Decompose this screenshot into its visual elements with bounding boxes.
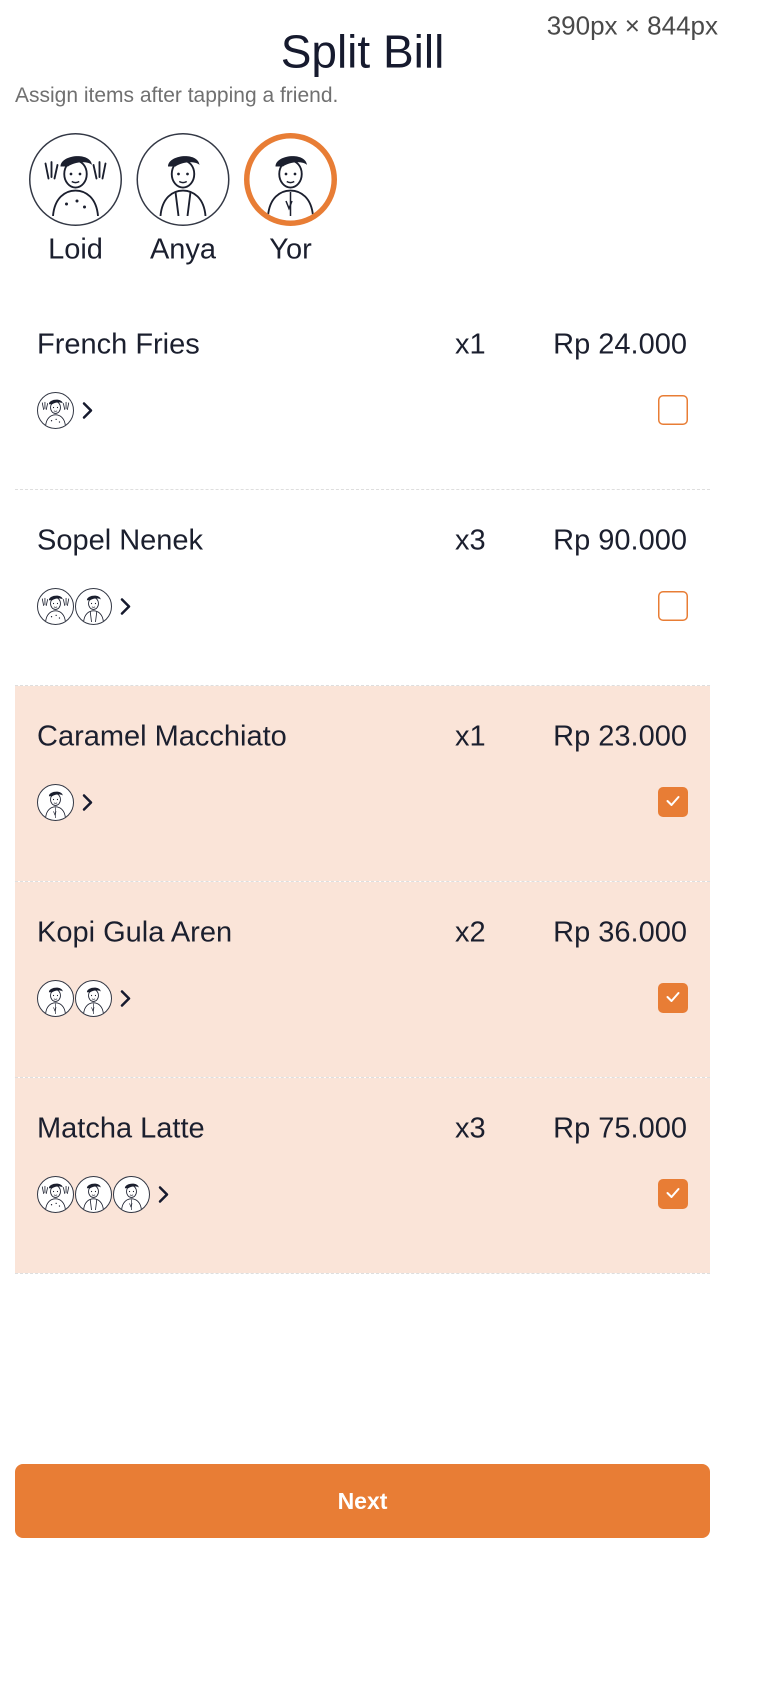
friend-loid[interactable]: Loid	[29, 133, 122, 266]
assignee-avatar	[37, 392, 74, 429]
page-subtitle: Assign items after tapping a friend.	[15, 83, 339, 107]
assignee-avatar	[37, 784, 74, 821]
item-quantity: x3	[455, 1111, 486, 1145]
assignee-avatar	[37, 980, 74, 1017]
item-checkbox[interactable]	[658, 591, 688, 621]
bill-item-list: French Fries x1 Rp 24.000 Sopel Nenek x3 Rp 9…	[15, 294, 710, 1274]
item-name: Kopi Gula Aren	[37, 915, 233, 949]
friend-yor[interactable]: Yor	[244, 133, 337, 266]
person-casual-illustration-icon	[77, 1177, 110, 1212]
item-assignees[interactable]	[37, 392, 95, 429]
checkmark-icon	[664, 988, 682, 1009]
assignee-avatar	[75, 980, 112, 1017]
person-waving-illustration-icon	[39, 589, 72, 624]
friend-name: Loid	[48, 232, 103, 266]
item-checkbox[interactable]	[658, 1179, 688, 1209]
person-waving-illustration-icon	[39, 1177, 72, 1212]
item-divider	[15, 1273, 710, 1274]
person-shirt-illustration-icon	[39, 785, 72, 820]
assignee-avatar	[113, 1176, 150, 1213]
chevron-right-icon	[80, 794, 95, 811]
checkmark-icon	[664, 1184, 682, 1205]
person-shirt-illustration-icon	[39, 981, 72, 1016]
item-checkbox[interactable]	[658, 395, 688, 425]
person-waving-illustration-icon	[38, 141, 113, 219]
person-casual-illustration-icon	[146, 141, 221, 219]
item-price: Rp 23.000	[553, 719, 687, 753]
friend-name: Yor	[269, 232, 312, 266]
item-assignees[interactable]	[37, 784, 95, 821]
item-assignees[interactable]	[37, 588, 133, 625]
person-shirt-illustration-icon	[77, 981, 110, 1016]
item-assignees[interactable]	[37, 1176, 171, 1213]
friend-anya[interactable]: Anya	[136, 133, 230, 266]
item-quantity: x2	[455, 915, 486, 949]
next-button[interactable]: Next	[15, 1464, 710, 1538]
page-title: Split Bill	[280, 26, 445, 78]
friend-name: Anya	[149, 232, 217, 266]
avatar	[244, 133, 337, 226]
person-shirt-illustration-icon	[115, 1177, 148, 1212]
assignee-avatar	[37, 588, 74, 625]
avatar	[29, 133, 122, 226]
bill-item-row[interactable]: French Fries x1 Rp 24.000	[15, 294, 710, 489]
bill-item-row[interactable]: Caramel Macchiato x1 Rp 23.000	[15, 686, 710, 881]
chevron-right-icon	[118, 598, 133, 615]
assignee-avatar	[37, 1176, 74, 1213]
item-name: French Fries	[37, 327, 200, 361]
assignee-avatar	[75, 1176, 112, 1213]
bill-item-row[interactable]: Kopi Gula Aren x2 Rp 36.000	[15, 882, 710, 1077]
item-quantity: x1	[455, 719, 486, 753]
chevron-right-icon	[118, 990, 133, 1007]
item-quantity: x3	[455, 523, 486, 557]
item-name: Matcha Latte	[37, 1111, 205, 1145]
item-price: Rp 24.000	[553, 327, 687, 361]
item-checkbox[interactable]	[658, 983, 688, 1013]
person-casual-illustration-icon	[77, 589, 110, 624]
avatar	[136, 133, 230, 226]
assignee-avatar	[75, 588, 112, 625]
friend-selector: Loid Anya Yor	[29, 133, 337, 266]
item-assignees[interactable]	[37, 980, 133, 1017]
item-checkbox[interactable]	[658, 787, 688, 817]
chevron-right-icon	[80, 402, 95, 419]
item-quantity: x1	[455, 327, 486, 361]
person-waving-illustration-icon	[39, 393, 72, 428]
item-name: Sopel Nenek	[37, 523, 204, 557]
chevron-right-icon	[156, 1186, 171, 1203]
checkmark-icon	[664, 792, 682, 813]
item-price: Rp 75.000	[553, 1111, 687, 1145]
item-price: Rp 90.000	[553, 523, 687, 557]
item-name: Caramel Macchiato	[37, 719, 287, 753]
item-price: Rp 36.000	[553, 915, 687, 949]
bill-item-row[interactable]: Sopel Nenek x3 Rp 90.000	[15, 490, 710, 685]
bill-item-row[interactable]: Matcha Latte x3 Rp 75.000	[15, 1078, 710, 1273]
person-shirt-illustration-icon	[253, 141, 328, 219]
